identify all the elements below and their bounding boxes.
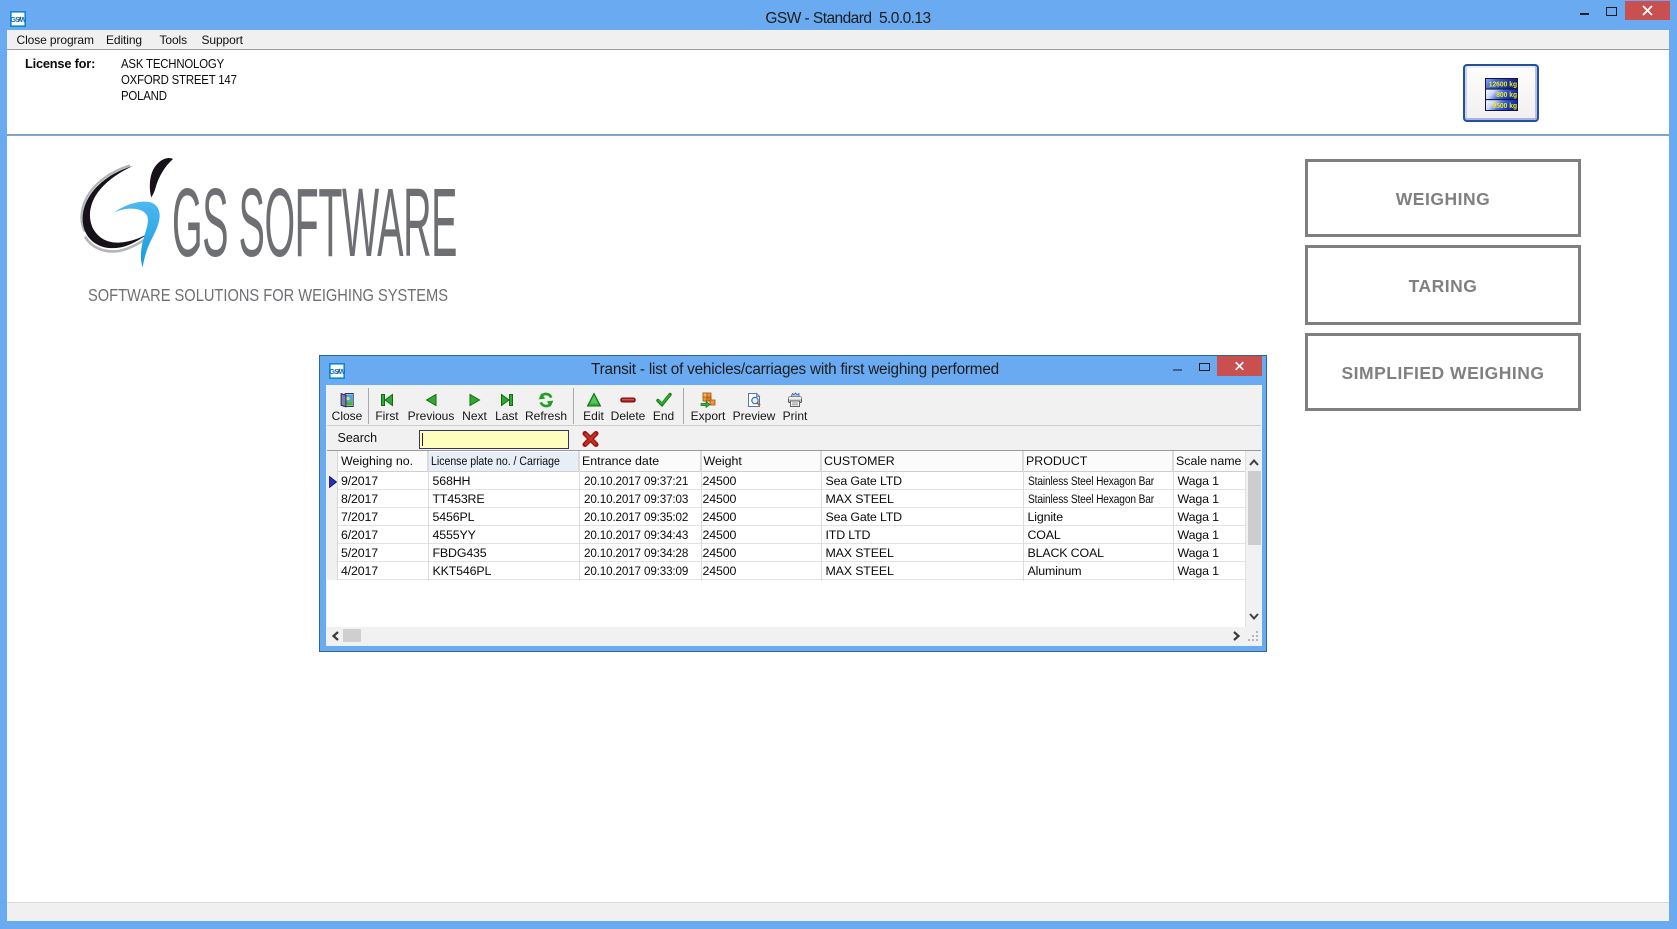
svg-text:800 kg: 800 kg bbox=[1496, 92, 1517, 99]
svg-text:GS SOFTWARE: GS SOFTWARE bbox=[172, 168, 457, 277]
svg-text:9500 kg: 9500 kg bbox=[1492, 103, 1517, 110]
svg-text:SOFTWARE SOLUTIONS FOR WEIGHIN: SOFTWARE SOLUTIONS FOR WEIGHING SYSTEMS bbox=[88, 285, 448, 305]
svg-text:12600 kg: 12600 kg bbox=[1489, 81, 1517, 88]
